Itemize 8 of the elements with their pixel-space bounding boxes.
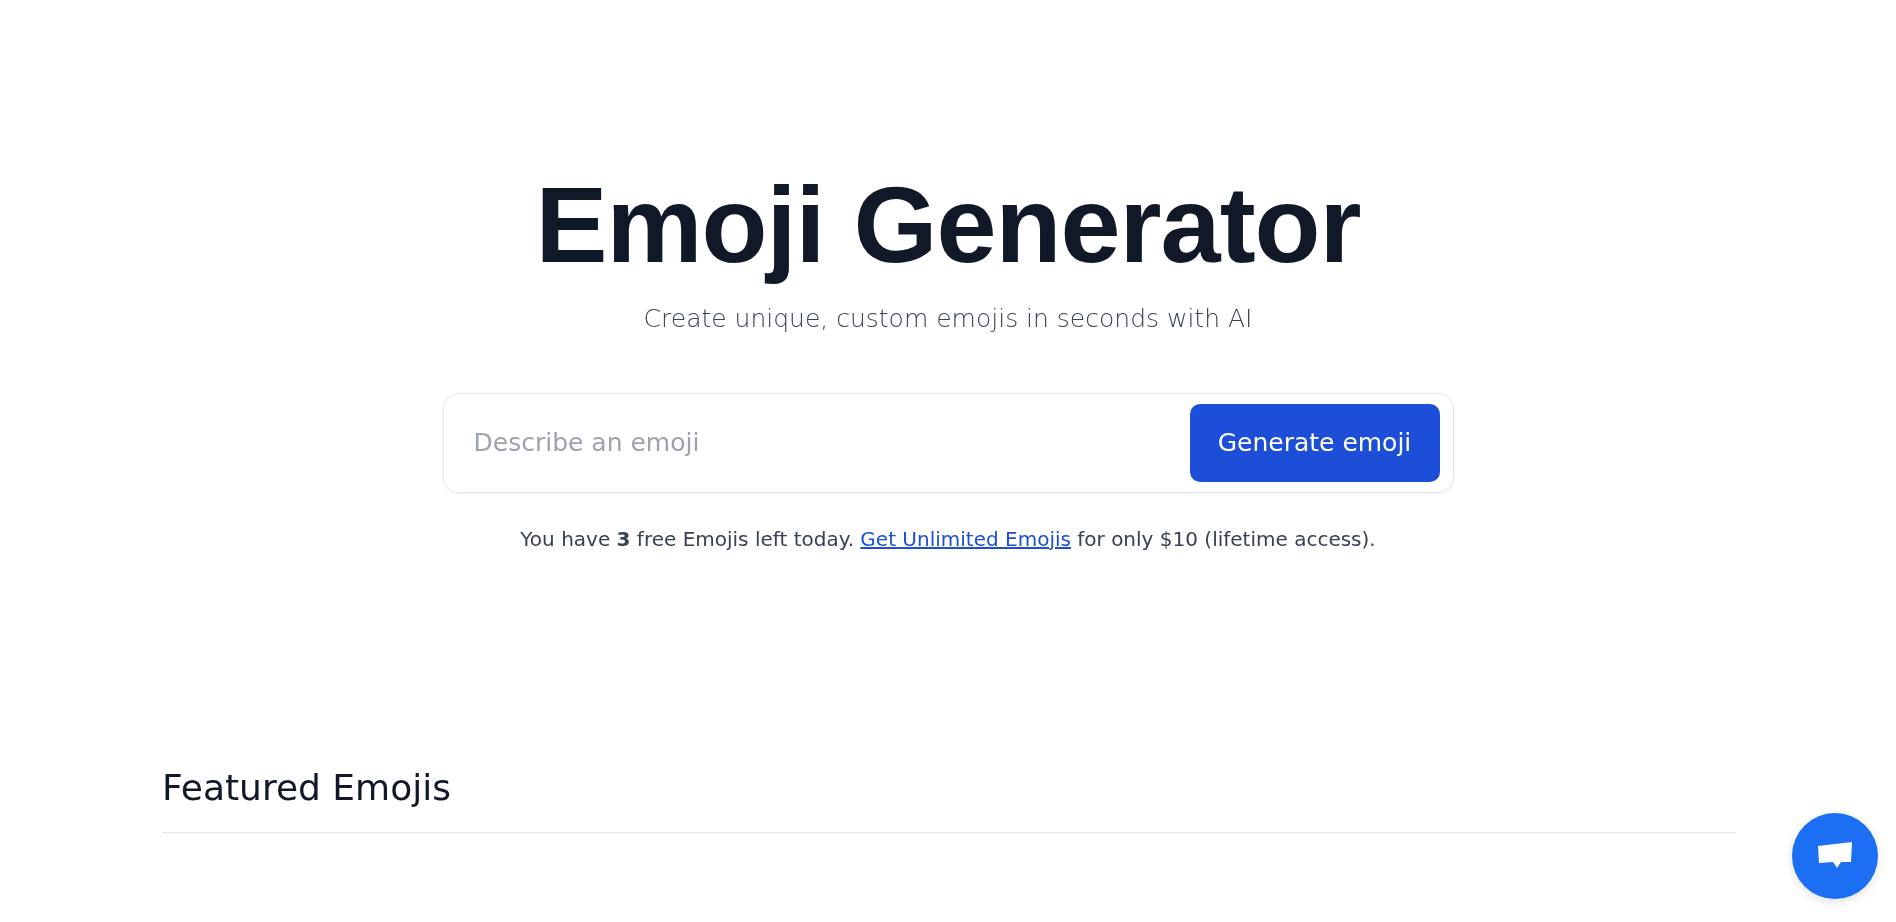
prompt-field[interactable]: Describe an emoji xyxy=(471,427,1190,459)
subtitle: Create unique, custom emojis in seconds with AI xyxy=(643,303,1253,333)
chat-button[interactable] xyxy=(1792,813,1878,899)
generate-button[interactable]: Generate emoji xyxy=(1189,403,1440,482)
section-heading: Featured Emojis xyxy=(162,766,452,808)
unlimited-link[interactable]: Get Unlimited Emojis xyxy=(860,526,1071,551)
page-title: Emoji Generator xyxy=(535,163,1361,287)
usage-note: You have 3 free Emojis left today. Get Unlimited Emojis for only $10 (lifetime access). xyxy=(520,526,1376,551)
